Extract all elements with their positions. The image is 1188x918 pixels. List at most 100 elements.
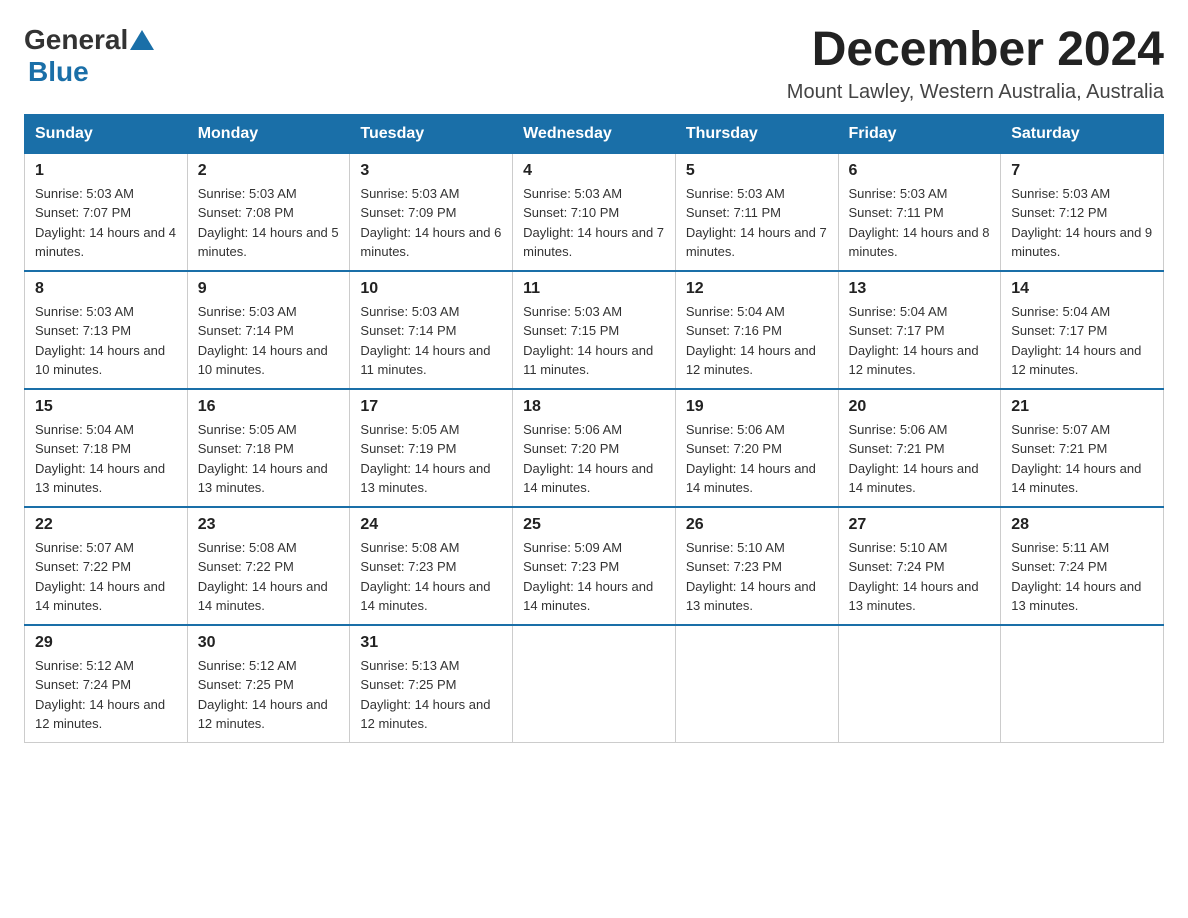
day-info: Sunrise: 5:11 AMSunset: 7:24 PMDaylight:…	[1011, 540, 1141, 614]
day-number: 21	[1011, 398, 1153, 416]
day-number: 24	[360, 516, 502, 534]
day-number: 31	[360, 634, 502, 652]
day-info: Sunrise: 5:07 AMSunset: 7:21 PMDaylight:…	[1011, 422, 1141, 496]
calendar-cell: 30 Sunrise: 5:12 AMSunset: 7:25 PMDaylig…	[187, 625, 350, 743]
column-header-wednesday: Wednesday	[513, 114, 676, 153]
day-info: Sunrise: 5:06 AMSunset: 7:20 PMDaylight:…	[523, 422, 653, 496]
day-info: Sunrise: 5:04 AMSunset: 7:17 PMDaylight:…	[1011, 304, 1141, 378]
day-info: Sunrise: 5:05 AMSunset: 7:19 PMDaylight:…	[360, 422, 490, 496]
day-number: 13	[849, 280, 991, 298]
day-number: 17	[360, 398, 502, 416]
calendar-cell: 27 Sunrise: 5:10 AMSunset: 7:24 PMDaylig…	[838, 507, 1001, 625]
logo-text: General	[24, 24, 156, 56]
day-number: 19	[686, 398, 828, 416]
calendar-cell: 31 Sunrise: 5:13 AMSunset: 7:25 PMDaylig…	[350, 625, 513, 743]
calendar-cell: 22 Sunrise: 5:07 AMSunset: 7:22 PMDaylig…	[25, 507, 188, 625]
day-info: Sunrise: 5:04 AMSunset: 7:18 PMDaylight:…	[35, 422, 165, 496]
day-number: 30	[198, 634, 340, 652]
day-info: Sunrise: 5:05 AMSunset: 7:18 PMDaylight:…	[198, 422, 328, 496]
day-number: 5	[686, 162, 828, 180]
calendar-cell: 6 Sunrise: 5:03 AMSunset: 7:11 PMDayligh…	[838, 153, 1001, 271]
day-number: 28	[1011, 516, 1153, 534]
calendar-cell: 3 Sunrise: 5:03 AMSunset: 7:09 PMDayligh…	[350, 153, 513, 271]
column-header-friday: Friday	[838, 114, 1001, 153]
day-number: 10	[360, 280, 502, 298]
column-header-monday: Monday	[187, 114, 350, 153]
logo-blue-text: Blue	[28, 56, 89, 87]
day-number: 14	[1011, 280, 1153, 298]
day-number: 29	[35, 634, 177, 652]
calendar-cell: 24 Sunrise: 5:08 AMSunset: 7:23 PMDaylig…	[350, 507, 513, 625]
calendar-cell: 15 Sunrise: 5:04 AMSunset: 7:18 PMDaylig…	[25, 389, 188, 507]
calendar-cell: 13 Sunrise: 5:04 AMSunset: 7:17 PMDaylig…	[838, 271, 1001, 389]
day-number: 26	[686, 516, 828, 534]
location-subtitle: Mount Lawley, Western Australia, Austral…	[787, 81, 1164, 104]
day-info: Sunrise: 5:13 AMSunset: 7:25 PMDaylight:…	[360, 658, 490, 732]
day-info: Sunrise: 5:03 AMSunset: 7:11 PMDaylight:…	[849, 186, 990, 260]
calendar-cell: 28 Sunrise: 5:11 AMSunset: 7:24 PMDaylig…	[1001, 507, 1164, 625]
day-number: 4	[523, 162, 665, 180]
calendar-cell: 21 Sunrise: 5:07 AMSunset: 7:21 PMDaylig…	[1001, 389, 1164, 507]
day-number: 23	[198, 516, 340, 534]
day-info: Sunrise: 5:09 AMSunset: 7:23 PMDaylight:…	[523, 540, 653, 614]
day-info: Sunrise: 5:03 AMSunset: 7:12 PMDaylight:…	[1011, 186, 1152, 260]
calendar-cell: 9 Sunrise: 5:03 AMSunset: 7:14 PMDayligh…	[187, 271, 350, 389]
day-info: Sunrise: 5:03 AMSunset: 7:15 PMDaylight:…	[523, 304, 653, 378]
calendar-cell	[838, 625, 1001, 743]
calendar-cell: 25 Sunrise: 5:09 AMSunset: 7:23 PMDaylig…	[513, 507, 676, 625]
day-number: 8	[35, 280, 177, 298]
calendar-cell: 5 Sunrise: 5:03 AMSunset: 7:11 PMDayligh…	[675, 153, 838, 271]
day-info: Sunrise: 5:03 AMSunset: 7:14 PMDaylight:…	[360, 304, 490, 378]
calendar-week-row: 1 Sunrise: 5:03 AMSunset: 7:07 PMDayligh…	[25, 153, 1164, 271]
day-number: 15	[35, 398, 177, 416]
calendar-cell: 10 Sunrise: 5:03 AMSunset: 7:14 PMDaylig…	[350, 271, 513, 389]
day-info: Sunrise: 5:06 AMSunset: 7:21 PMDaylight:…	[849, 422, 979, 496]
day-info: Sunrise: 5:08 AMSunset: 7:23 PMDaylight:…	[360, 540, 490, 614]
calendar-cell: 26 Sunrise: 5:10 AMSunset: 7:23 PMDaylig…	[675, 507, 838, 625]
calendar-cell: 1 Sunrise: 5:03 AMSunset: 7:07 PMDayligh…	[25, 153, 188, 271]
day-info: Sunrise: 5:10 AMSunset: 7:24 PMDaylight:…	[849, 540, 979, 614]
day-number: 7	[1011, 162, 1153, 180]
day-info: Sunrise: 5:12 AMSunset: 7:25 PMDaylight:…	[198, 658, 328, 732]
calendar-table: SundayMondayTuesdayWednesdayThursdayFrid…	[24, 114, 1164, 743]
calendar-cell: 12 Sunrise: 5:04 AMSunset: 7:16 PMDaylig…	[675, 271, 838, 389]
day-number: 22	[35, 516, 177, 534]
calendar-cell: 14 Sunrise: 5:04 AMSunset: 7:17 PMDaylig…	[1001, 271, 1164, 389]
day-info: Sunrise: 5:03 AMSunset: 7:10 PMDaylight:…	[523, 186, 664, 260]
column-header-tuesday: Tuesday	[350, 114, 513, 153]
column-header-saturday: Saturday	[1001, 114, 1164, 153]
calendar-cell: 23 Sunrise: 5:08 AMSunset: 7:22 PMDaylig…	[187, 507, 350, 625]
day-number: 6	[849, 162, 991, 180]
title-section: December 2024 Mount Lawley, Western Aust…	[787, 24, 1164, 104]
day-info: Sunrise: 5:03 AMSunset: 7:14 PMDaylight:…	[198, 304, 328, 378]
day-number: 11	[523, 280, 665, 298]
day-info: Sunrise: 5:06 AMSunset: 7:20 PMDaylight:…	[686, 422, 816, 496]
day-info: Sunrise: 5:04 AMSunset: 7:17 PMDaylight:…	[849, 304, 979, 378]
calendar-cell: 18 Sunrise: 5:06 AMSunset: 7:20 PMDaylig…	[513, 389, 676, 507]
month-title: December 2024	[787, 24, 1164, 77]
day-number: 3	[360, 162, 502, 180]
calendar-week-row: 29 Sunrise: 5:12 AMSunset: 7:24 PMDaylig…	[25, 625, 1164, 743]
calendar-cell	[675, 625, 838, 743]
day-info: Sunrise: 5:03 AMSunset: 7:08 PMDaylight:…	[198, 186, 339, 260]
calendar-cell: 16 Sunrise: 5:05 AMSunset: 7:18 PMDaylig…	[187, 389, 350, 507]
calendar-week-row: 15 Sunrise: 5:04 AMSunset: 7:18 PMDaylig…	[25, 389, 1164, 507]
calendar-cell: 17 Sunrise: 5:05 AMSunset: 7:19 PMDaylig…	[350, 389, 513, 507]
calendar-cell: 2 Sunrise: 5:03 AMSunset: 7:08 PMDayligh…	[187, 153, 350, 271]
calendar-cell	[513, 625, 676, 743]
day-number: 9	[198, 280, 340, 298]
day-number: 16	[198, 398, 340, 416]
day-number: 18	[523, 398, 665, 416]
logo-general-text: General	[24, 24, 128, 56]
calendar-cell	[1001, 625, 1164, 743]
column-header-thursday: Thursday	[675, 114, 838, 153]
day-info: Sunrise: 5:03 AMSunset: 7:07 PMDaylight:…	[35, 186, 176, 260]
logo-triangle-icon	[130, 30, 154, 50]
day-info: Sunrise: 5:07 AMSunset: 7:22 PMDaylight:…	[35, 540, 165, 614]
calendar-cell: 29 Sunrise: 5:12 AMSunset: 7:24 PMDaylig…	[25, 625, 188, 743]
day-number: 25	[523, 516, 665, 534]
day-number: 12	[686, 280, 828, 298]
calendar-cell: 20 Sunrise: 5:06 AMSunset: 7:21 PMDaylig…	[838, 389, 1001, 507]
day-number: 27	[849, 516, 991, 534]
day-info: Sunrise: 5:03 AMSunset: 7:09 PMDaylight:…	[360, 186, 501, 260]
